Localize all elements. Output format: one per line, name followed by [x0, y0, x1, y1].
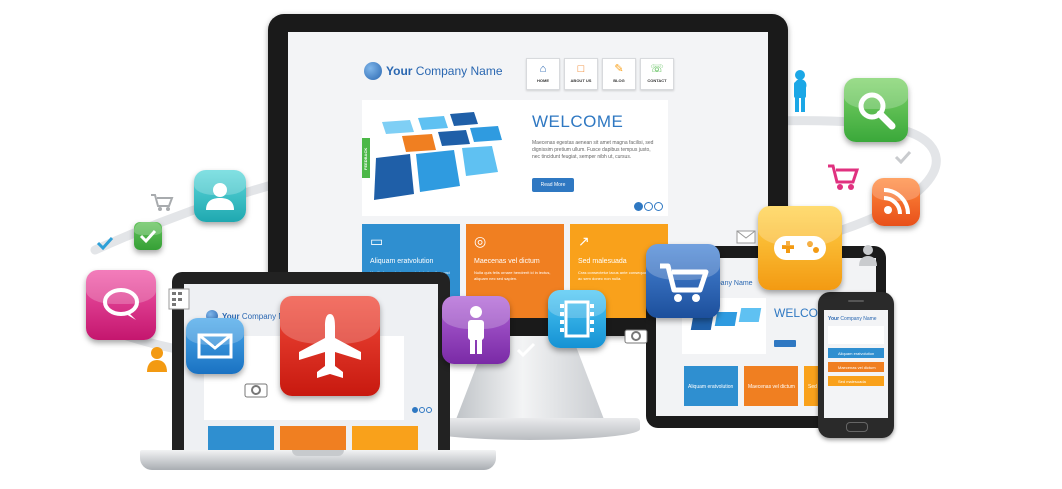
tablet-read-more-button[interactable] [774, 340, 796, 347]
film-icon [560, 300, 594, 338]
tablet-tile-1[interactable]: Aliquam eratvolution [684, 366, 738, 406]
user-app-icon[interactable] [194, 170, 246, 222]
mail-icon [736, 230, 756, 244]
phone-item-3[interactable]: Sed malesuada [828, 376, 884, 386]
laptop-notch [292, 450, 344, 456]
chart-icon: ↗ [578, 233, 590, 249]
phone-item-2[interactable]: Maecenas vel dictum [828, 362, 884, 372]
user-icon [859, 245, 877, 266]
laptop-slider-dots [412, 400, 433, 418]
video-app-icon[interactable] [548, 290, 606, 348]
pencil-icon: ✎ [614, 63, 624, 75]
monitor-stand-base [420, 418, 640, 440]
checkmark-icon [894, 150, 912, 164]
cart-icon [660, 263, 709, 302]
person-icon [468, 306, 484, 354]
nav-blog-button[interactable]: ✎ BLOG [602, 58, 636, 90]
phone-screen: Your Company Name Aliquam eratvolution M… [824, 310, 888, 418]
camera-icon [244, 383, 268, 398]
phone-home-button[interactable] [846, 422, 868, 432]
search-app-icon[interactable] [844, 78, 908, 142]
chat-app-icon[interactable] [86, 270, 156, 340]
user-icon [206, 183, 234, 210]
airplane-icon [299, 314, 361, 378]
cart-app-icon[interactable] [646, 244, 720, 318]
smartphone: Your Company Name Aliquam eratvolution M… [818, 292, 894, 438]
nav-about-button[interactable]: □ ABOUT US [564, 58, 598, 90]
laptop-tile-2[interactable] [280, 426, 346, 452]
game-app-icon[interactable] [758, 206, 842, 290]
company-name: Your Company Name [386, 64, 503, 78]
user-icon [147, 347, 167, 372]
slider-dot[interactable] [654, 202, 663, 211]
slide-image: FEEDBACK [362, 112, 502, 200]
phone-item-1[interactable]: Aliquam eratvolution [828, 348, 884, 358]
cart-icon [151, 194, 174, 211]
phone-icon: ☏ [650, 63, 664, 75]
mail-icon [197, 333, 233, 359]
hero-slider: FEEDBACK WELCOME Maecenas egestas aenean… [362, 100, 668, 216]
rss-app-icon[interactable] [872, 178, 920, 226]
person-app-icon[interactable] [442, 296, 510, 364]
phone-company-name: Your Company Name [828, 316, 877, 322]
slider-dot[interactable] [634, 202, 643, 211]
checkmark-icon [96, 236, 114, 250]
person-icon [794, 70, 806, 112]
read-more-button[interactable]: Read More [532, 178, 574, 192]
calculator-icon [168, 288, 190, 310]
mail-app-icon[interactable] [186, 318, 244, 374]
slider-dot[interactable] [644, 202, 653, 211]
speech-bubble-icon [103, 288, 139, 320]
nav-home-button[interactable]: ⌂ HOME [526, 58, 560, 90]
search-icon [858, 92, 896, 130]
tablet-tile-2[interactable]: Maecenas vel dictum [744, 366, 798, 406]
phone-speaker [848, 300, 864, 302]
slider-dots [634, 198, 664, 216]
nav-contact-button[interactable]: ☏ CONTACT [640, 58, 674, 90]
welcome-text: Maecenas egestas aenean sit amet magna f… [532, 140, 654, 160]
laptop-tile-1[interactable] [208, 426, 274, 452]
laptop-tile-3[interactable] [352, 426, 418, 452]
checkmark-app-icon[interactable] [134, 222, 162, 250]
checkmark-icon [516, 342, 536, 358]
document-icon: □ [577, 63, 585, 75]
checkmark-icon [139, 229, 157, 244]
svg-text:FEEDBACK: FEEDBACK [363, 148, 368, 170]
cart-icon [828, 164, 860, 190]
travel-app-icon[interactable] [280, 296, 380, 396]
phone-nav [828, 326, 884, 344]
home-icon: ⌂ [539, 63, 547, 75]
rss-icon [883, 188, 910, 215]
company-logo-icon [364, 62, 382, 80]
welcome-heading: WELCOME [532, 112, 624, 131]
gamepad-icon [774, 236, 826, 260]
globe-icon: ◎ [474, 233, 487, 249]
chat-icon: ▭ [370, 233, 384, 249]
camera-icon [624, 329, 648, 344]
